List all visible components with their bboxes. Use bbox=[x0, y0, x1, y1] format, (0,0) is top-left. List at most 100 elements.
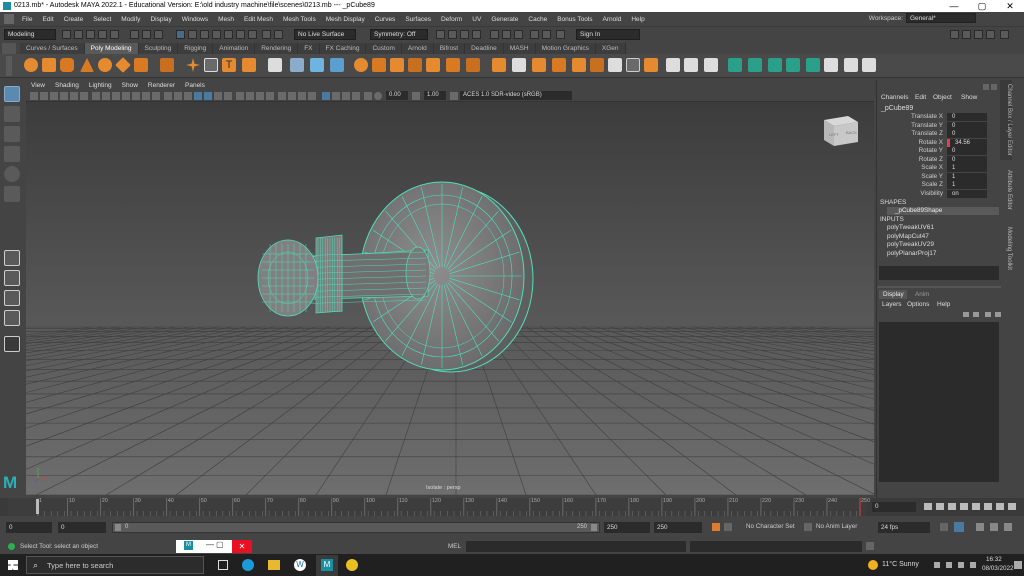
show-menu[interactable]: Show bbox=[961, 94, 977, 101]
slide-edge-icon[interactable] bbox=[590, 58, 604, 72]
render-sequence-icon[interactable] bbox=[448, 30, 457, 39]
exposure-field[interactable]: 0.00 bbox=[386, 91, 408, 100]
pause-ipr-icon[interactable] bbox=[556, 30, 565, 39]
multi-cut-icon[interactable] bbox=[492, 58, 506, 72]
select-component-icon[interactable] bbox=[154, 30, 163, 39]
svg-tool-icon[interactable] bbox=[242, 58, 256, 72]
save-scene-icon[interactable] bbox=[86, 30, 95, 39]
shelf-tab-custom[interactable]: Custom bbox=[366, 43, 402, 54]
animation-start-field[interactable]: 0 bbox=[6, 522, 52, 533]
channel-box-toggle-icon[interactable] bbox=[986, 30, 995, 39]
menu-create[interactable]: Create bbox=[59, 16, 89, 23]
mirror-icon[interactable] bbox=[354, 58, 368, 72]
shelf-tab-motion-graphics[interactable]: Motion Graphics bbox=[535, 43, 596, 54]
battery-icon[interactable] bbox=[970, 562, 976, 568]
hud-icon[interactable] bbox=[342, 92, 350, 100]
scale-tool-icon[interactable] bbox=[4, 186, 20, 202]
crease-tool-icon[interactable] bbox=[684, 58, 698, 72]
side-tab-attribute-editor[interactable]: Attribute Editor bbox=[1000, 164, 1012, 216]
menu-mesh[interactable]: Mesh bbox=[213, 16, 239, 23]
menuset-dropdown[interactable]: Modeling bbox=[4, 29, 56, 40]
isolate-select-icon[interactable] bbox=[278, 92, 286, 100]
step-back-key-icon[interactable] bbox=[936, 503, 944, 510]
playback-preferences-icon[interactable] bbox=[1004, 523, 1012, 531]
camera-attributes-icon[interactable] bbox=[40, 92, 48, 100]
uv-unfold-icon[interactable] bbox=[862, 58, 876, 72]
film-gate-icon[interactable] bbox=[102, 92, 110, 100]
close-button[interactable]: ✕ bbox=[996, 0, 1024, 12]
backface-culling-icon[interactable] bbox=[322, 92, 330, 100]
taskbar-date[interactable]: 08/03/2022 bbox=[982, 565, 1014, 572]
attribute-editor-toggle-icon[interactable] bbox=[962, 30, 971, 39]
menu-file[interactable]: File bbox=[17, 16, 37, 23]
attr-rotate-x[interactable]: Rotate X 34.56 bbox=[877, 138, 1013, 148]
type-tool-icon[interactable] bbox=[204, 58, 218, 72]
playback-end-field[interactable]: 250 bbox=[604, 522, 650, 533]
grid-icon[interactable] bbox=[92, 92, 100, 100]
ipr-render-icon[interactable] bbox=[460, 30, 469, 39]
playback-start-field[interactable]: 0 bbox=[58, 522, 106, 533]
shelf-tab-deadline[interactable]: Deadline bbox=[465, 43, 504, 54]
attr-scale-z[interactable]: Scale Z1 bbox=[877, 181, 1013, 190]
float-minimize-icon[interactable]: — bbox=[206, 540, 214, 549]
shelf-tab-sculpting[interactable]: Sculpting bbox=[138, 43, 179, 54]
file-explorer-icon[interactable] bbox=[268, 560, 280, 570]
bridge-icon[interactable] bbox=[390, 58, 404, 72]
input-node-item[interactable]: polyPlanarProj17 bbox=[887, 250, 937, 257]
hypershade-icon[interactable] bbox=[490, 30, 499, 39]
viewport-menu-shading[interactable]: Shading bbox=[50, 82, 84, 89]
target-weld-icon[interactable] bbox=[512, 58, 526, 72]
new-layer-icon[interactable] bbox=[985, 312, 991, 317]
shadows-icon[interactable] bbox=[224, 92, 232, 100]
maya-small-icon[interactable]: M bbox=[184, 541, 193, 550]
view-transform-icon[interactable] bbox=[450, 92, 458, 100]
go-to-start-icon[interactable] bbox=[924, 503, 932, 510]
shelf-tab-poly-modeling[interactable]: Poly Modeling bbox=[84, 43, 139, 54]
arnold-render-icon[interactable] bbox=[530, 30, 539, 39]
viewport-menu-renderer[interactable]: Renderer bbox=[143, 82, 180, 89]
smooth-shade-icon[interactable] bbox=[174, 92, 182, 100]
shelf-tab-fx-caching[interactable]: FX Caching bbox=[319, 43, 367, 54]
render-settings-icon[interactable] bbox=[472, 30, 481, 39]
select-object-icon[interactable] bbox=[142, 30, 151, 39]
volume-icon[interactable] bbox=[958, 562, 964, 568]
taskbar-time[interactable]: 16:32 bbox=[986, 556, 1002, 563]
cached-playback-icon[interactable] bbox=[954, 522, 964, 532]
tray-chevron-icon[interactable] bbox=[934, 562, 940, 568]
character-set-dropdown[interactable]: No Character Set bbox=[746, 523, 795, 530]
combine-icon[interactable] bbox=[268, 58, 282, 72]
uv-checker-icon[interactable] bbox=[824, 58, 838, 72]
range-slider-start-handle[interactable] bbox=[115, 524, 121, 531]
range-slider[interactable]: 0 250 bbox=[112, 522, 600, 533]
poly-cone-icon[interactable] bbox=[80, 58, 94, 72]
selection-mask-icon[interactable] bbox=[176, 30, 185, 39]
poly-cube-icon[interactable] bbox=[42, 58, 56, 72]
shelf-tab-xgen[interactable]: XGen bbox=[595, 43, 626, 54]
merge-icon[interactable] bbox=[466, 58, 480, 72]
move-layer-up-icon[interactable] bbox=[963, 312, 969, 317]
gate-icon[interactable] bbox=[364, 92, 372, 100]
sound-icon[interactable] bbox=[976, 523, 984, 531]
gate-mask-icon[interactable] bbox=[122, 92, 130, 100]
poly-cylinder-icon[interactable] bbox=[60, 58, 74, 72]
search-icon[interactable] bbox=[4, 336, 20, 352]
shelf-options-icon[interactable] bbox=[6, 56, 12, 76]
sign-in-button[interactable]: Sign In bbox=[576, 29, 640, 40]
layer-tab-anim[interactable]: Anim bbox=[911, 290, 929, 299]
onedrive-icon[interactable] bbox=[946, 562, 952, 568]
mel-label[interactable]: MEL bbox=[448, 543, 461, 550]
poly-torus-icon[interactable] bbox=[98, 58, 112, 72]
maximize-button[interactable]: ▢ bbox=[968, 0, 996, 12]
app-taskbar-icon[interactable] bbox=[346, 559, 358, 571]
shelf-tab-animation[interactable]: Animation bbox=[213, 43, 256, 54]
insert-edge-loop-icon[interactable] bbox=[552, 58, 566, 72]
loop-playback-icon[interactable] bbox=[940, 523, 948, 531]
shelf-tab-arnold[interactable]: Arnold bbox=[401, 43, 434, 54]
input-node-item[interactable]: polyTweakUV29 bbox=[887, 241, 934, 248]
field-chart-icon[interactable] bbox=[132, 92, 140, 100]
script-editor-icon[interactable] bbox=[866, 542, 874, 550]
animation-end-field[interactable]: 250 bbox=[654, 522, 702, 533]
modeling-toolkit-toggle-icon[interactable] bbox=[950, 30, 959, 39]
fill-hole-icon[interactable] bbox=[426, 58, 440, 72]
wedge-icon[interactable] bbox=[644, 58, 658, 72]
